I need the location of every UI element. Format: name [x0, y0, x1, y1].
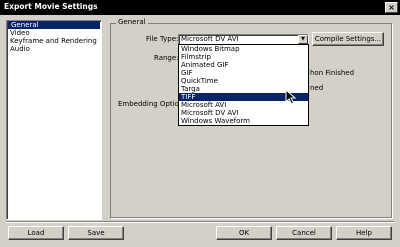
file-type-value: Microsoft DV AVI: [181, 35, 239, 43]
close-button[interactable]: ×: [385, 2, 398, 13]
export-movie-settings-dialog: Export Movie Settings × General Video Ke…: [0, 0, 400, 247]
file-type-option[interactable]: GIF: [179, 69, 308, 77]
save-button[interactable]: Save: [68, 226, 124, 240]
file-type-dropdown-list[interactable]: Windows Bitmap Filmstrip Animated GIF GI…: [178, 44, 309, 126]
category-item-general[interactable]: General: [8, 21, 100, 29]
file-type-option[interactable]: QuickTime: [179, 77, 308, 85]
category-item-video[interactable]: Video: [7, 29, 101, 37]
ok-button[interactable]: OK: [216, 226, 272, 240]
file-type-option[interactable]: Windows Bitmap: [179, 45, 308, 53]
file-type-option[interactable]: Filmstrip: [179, 53, 308, 61]
range-label: Range:: [154, 54, 179, 62]
footer-separator: [6, 221, 394, 223]
file-type-label: File Type:: [146, 35, 179, 43]
compile-settings-button[interactable]: Compile Settings...: [312, 32, 384, 46]
category-item-keyframe-rendering[interactable]: Keyframe and Rendering: [7, 37, 101, 45]
file-type-option[interactable]: Microsoft DV AVI: [179, 109, 308, 117]
cancel-button[interactable]: Cancel: [276, 226, 332, 240]
load-button[interactable]: Load: [8, 226, 64, 240]
file-type-option[interactable]: Windows Waveform: [179, 117, 308, 125]
finished-option-partial: hon Finished: [310, 69, 355, 77]
title-bar: Export Movie Settings ×: [0, 0, 400, 15]
category-list[interactable]: General Video Keyframe and Rendering Aud…: [6, 20, 102, 220]
general-group-title: General: [116, 18, 148, 27]
chevron-down-icon[interactable]: ▼: [298, 35, 308, 44]
file-type-option[interactable]: Animated GIF: [179, 61, 308, 69]
help-button[interactable]: Help: [336, 226, 392, 240]
mouse-pointer-icon: [285, 89, 297, 105]
category-item-audio[interactable]: Audio: [7, 45, 101, 53]
option-partial-text: ned: [310, 84, 324, 92]
window-title: Export Movie Settings: [4, 2, 98, 11]
